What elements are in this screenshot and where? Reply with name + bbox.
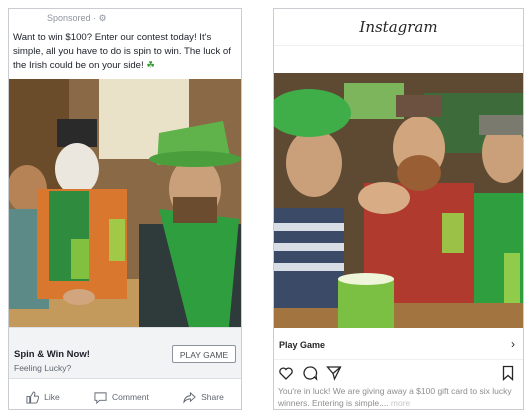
pub-tv xyxy=(344,83,404,119)
share-icon xyxy=(183,391,196,404)
heart-icon[interactable] xyxy=(278,365,294,381)
beard xyxy=(173,197,217,223)
more-link[interactable]: more xyxy=(391,398,410,408)
shirt-stripe xyxy=(274,223,344,231)
share-label: Share xyxy=(201,392,224,402)
ad-photo[interactable] xyxy=(274,73,523,328)
post-actions xyxy=(278,365,518,381)
post-caption: Want to win $100? Enter our contest toda… xyxy=(13,31,239,73)
instagram-logo: Instagram xyxy=(359,18,438,36)
post-actions: Like Comment Share xyxy=(9,385,241,409)
chevron-right-icon: › xyxy=(511,337,515,351)
beer-foam xyxy=(338,273,394,285)
post-caption: You're in luck! We are giving away a $10… xyxy=(278,385,518,409)
beer-glass xyxy=(109,219,125,261)
ad-photo[interactable] xyxy=(9,79,241,327)
play-game-label: Play Game xyxy=(279,340,326,350)
sponsored-label: Sponsored · ⚙ xyxy=(47,13,107,23)
play-game-bar[interactable]: Play Game › xyxy=(274,328,523,360)
comment-button[interactable]: Comment xyxy=(94,391,149,404)
green-beer xyxy=(338,278,394,328)
old-man-hat xyxy=(57,119,97,147)
facebook-ad-card: Sponsored · ⚙ Want to win $100? Enter ou… xyxy=(8,8,242,410)
green-beer xyxy=(504,253,520,303)
call-to-action-bar: Spin & Win Now! Feeling Lucky? PLAY GAME xyxy=(9,327,241,379)
like-button[interactable]: Like xyxy=(26,390,60,404)
thumbs-up-icon xyxy=(26,390,40,404)
middle-man-beard xyxy=(397,155,441,191)
instagram-header: Instagram xyxy=(274,9,523,46)
comment-label: Comment xyxy=(112,392,149,402)
comment-icon[interactable] xyxy=(302,365,318,381)
flat-cap xyxy=(479,115,523,135)
hand xyxy=(63,289,95,305)
beer-glass xyxy=(71,239,89,279)
brown-hat xyxy=(396,95,442,117)
cta-subtitle: Feeling Lucky? xyxy=(14,363,72,373)
like-label: Like xyxy=(44,392,60,402)
hat-brim xyxy=(149,151,241,167)
cta-title: Spin & Win Now! xyxy=(14,349,90,360)
comment-icon xyxy=(94,391,107,404)
share-button[interactable]: Share xyxy=(183,391,224,404)
clasped-hands xyxy=(358,182,410,214)
caption-text: Want to win $100? Enter our contest toda… xyxy=(13,32,231,71)
man-left-face xyxy=(286,129,342,197)
bookmark-icon[interactable] xyxy=(500,365,516,381)
shirt-stripe xyxy=(274,263,344,271)
play-game-button[interactable]: PLAY GAME xyxy=(172,345,236,363)
shirt-stripe xyxy=(274,243,344,251)
direct-message-icon[interactable] xyxy=(326,365,342,381)
instagram-ad-card: Instagram Play Game › You're in luck! We… xyxy=(273,8,524,410)
shamrock-icon: ☘ xyxy=(146,60,155,71)
old-man-beard xyxy=(55,143,99,195)
green-beer xyxy=(442,213,464,253)
